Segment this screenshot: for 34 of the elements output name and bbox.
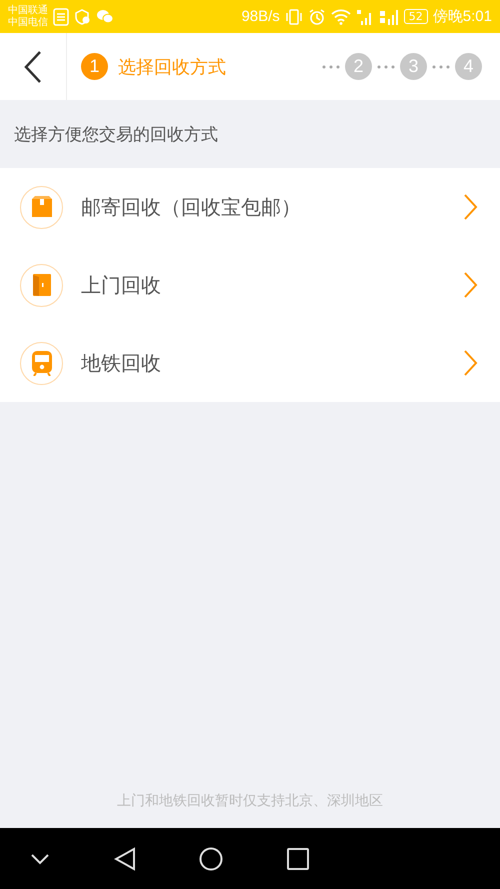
notes-icon: [53, 8, 69, 26]
home-icon[interactable]: [199, 846, 223, 870]
wifi-icon: [330, 8, 351, 24]
alarm-icon: [308, 8, 326, 26]
footer-note: 上门和地铁回收暂时仅支持北京、深圳地区: [117, 792, 383, 810]
shield-icon: [74, 8, 91, 24]
chevron-right-icon: [464, 272, 478, 298]
battery-level: 52: [404, 9, 428, 24]
chevron-right-icon: [464, 194, 478, 220]
network-speed: 98B/s: [241, 8, 280, 25]
dots-icon: [321, 64, 341, 68]
dots-icon: [431, 64, 451, 68]
carrier-name: 中国电信: [8, 16, 48, 28]
step-number: 1: [81, 53, 108, 80]
recents-icon[interactable]: [286, 848, 308, 870]
chevron-right-icon: [464, 350, 478, 376]
back-icon: [24, 50, 42, 82]
parcel-icon: [30, 196, 54, 218]
back-icon[interactable]: [114, 846, 136, 870]
door-icon: [30, 273, 52, 297]
section-subtitle: 选择方便您交易的回收方式: [14, 124, 218, 146]
dots-icon: [376, 64, 396, 68]
signal-icon: [378, 8, 399, 24]
method-item[interactable]: 邮寄回收（回收宝包邮）: [0, 168, 500, 246]
signal-icon: [356, 8, 374, 24]
vibrate-icon: [284, 8, 303, 26]
method-item[interactable]: 地铁回收: [0, 324, 500, 402]
carrier-name: 中国联通: [8, 4, 48, 16]
method-item[interactable]: 上门回收: [0, 246, 500, 324]
chat-icon: [96, 9, 114, 24]
train-icon: [30, 350, 52, 376]
step-label: 选择回收方式: [118, 56, 226, 78]
chevron-down-icon[interactable]: [30, 852, 50, 864]
clock-time: 傍晚5:01: [432, 7, 492, 26]
